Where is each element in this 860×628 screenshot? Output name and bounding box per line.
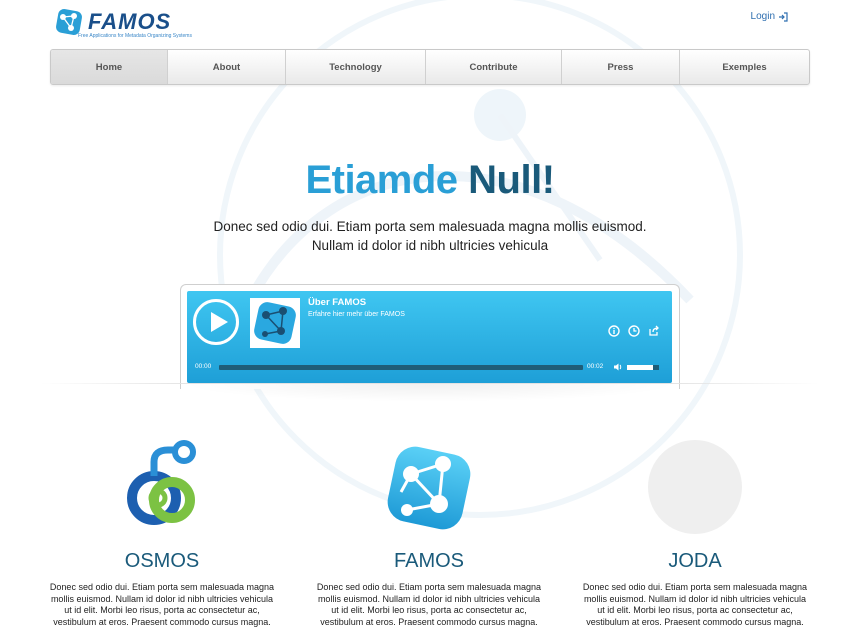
nav-item-about[interactable]: About	[168, 50, 286, 84]
project-title: OSMOS	[124, 550, 200, 572]
hero-title-part2: Null!	[468, 158, 555, 202]
nav-item-home[interactable]: Home	[51, 50, 168, 84]
volume-slider[interactable]	[627, 365, 659, 370]
login-label: Login	[750, 11, 775, 22]
nav-item-press[interactable]: Press	[562, 50, 680, 84]
joda-placeholder-image	[647, 440, 743, 536]
project-title: FAMOS	[393, 550, 464, 572]
audio-player: Über FAMOS Erfahre hier mehr über FAMOS …	[187, 291, 672, 383]
player-title: Über FAMOS	[308, 297, 367, 308]
project-description: Donec sed odio dui. Etiam porta sem male…	[316, 582, 542, 627]
project-title: JODA	[668, 550, 722, 572]
hero-title: Etiamde Null!	[0, 158, 860, 203]
player-thumbnail	[250, 298, 300, 348]
time-elapsed: 00:00	[195, 363, 212, 370]
time-total: 00:02	[587, 363, 604, 370]
info-icon[interactable]	[608, 324, 620, 337]
hero-subtitle: Donec sed odio dui. Etiam porta sem male…	[180, 217, 680, 255]
share-icon[interactable]	[648, 324, 660, 336]
project-description: Donec sed odio dui. Etiam porta sem male…	[49, 582, 275, 627]
play-button[interactable]	[193, 299, 239, 345]
player-subtitle: Erfahre hier mehr über FAMOS	[308, 311, 405, 318]
logo-tagline: Free Applications for Metadata Organizin…	[78, 33, 192, 39]
famos-icon	[387, 446, 471, 530]
volume-icon[interactable]	[613, 362, 623, 372]
nav-item-technology[interactable]: Technology	[286, 50, 426, 84]
volume-level	[627, 365, 653, 370]
osmos-icon	[127, 440, 196, 525]
hero-subtitle-line1: Donec sed odio dui. Etiam porta sem male…	[213, 219, 647, 234]
player-icons	[608, 324, 660, 337]
hero-title-part1: Etiamde	[305, 158, 458, 202]
nav-item-exemples[interactable]: Exemples	[680, 50, 809, 84]
famos-logo[interactable]: FAMOS Free Applications for Metadata Org…	[54, 7, 194, 41]
logo-text: FAMOS	[88, 9, 172, 34]
project-joda: JODA Donec sed odio dui. Etiam porta sem…	[575, 440, 815, 628]
login-icon	[779, 11, 788, 22]
progress-bar[interactable]	[219, 365, 583, 370]
project-famos: FAMOS Donec sed odio dui. Etiam porta se…	[309, 440, 549, 628]
player-shadow	[180, 384, 680, 402]
project-osmos: OSMOS Donec sed odio dui. Etiam porta se…	[42, 440, 282, 628]
nav-item-contribute[interactable]: Contribute	[426, 50, 562, 84]
project-description: Donec sed odio dui. Etiam porta sem male…	[582, 582, 808, 627]
hero-subtitle-line2: Nullam id dolor id nibh ultricies vehicu…	[311, 238, 549, 253]
login-link[interactable]: Login	[751, 11, 788, 22]
main-nav: Home About Technology Contribute Press E…	[50, 49, 810, 85]
clock-icon[interactable]	[628, 324, 640, 337]
